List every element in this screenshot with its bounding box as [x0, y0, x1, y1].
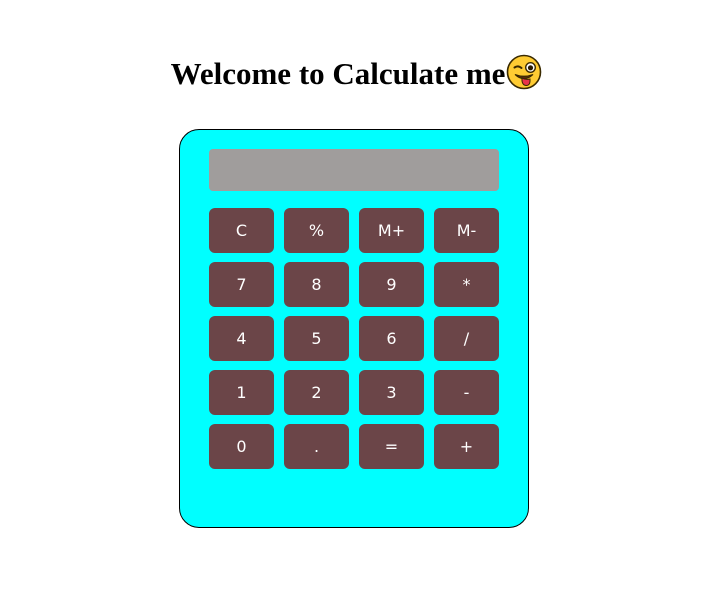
- digit-5-button[interactable]: 5: [284, 316, 349, 361]
- digit-3-button[interactable]: 3: [359, 370, 424, 415]
- page: Welcome to Calculate me C% M+ M- 7 8 9 * 4 5 6/ 1 2…: [0, 0, 713, 598]
- digit-2-button[interactable]: 2: [284, 370, 349, 415]
- digit-0-button[interactable]: 0: [209, 424, 274, 469]
- digit-1-button[interactable]: 1: [209, 370, 274, 415]
- digit-6-button[interactable]: 6: [359, 316, 424, 361]
- divide-button[interactable]: /: [434, 316, 499, 361]
- winking-face-with-tongue-icon: [506, 54, 542, 90]
- decimal-point-button[interactable]: .: [284, 424, 349, 469]
- digit-4-button[interactable]: 4: [209, 316, 274, 361]
- calculator-display[interactable]: [209, 149, 499, 191]
- multiply-button[interactable]: *: [434, 262, 499, 307]
- page-title-text: Welcome to Calculate me: [170, 55, 506, 91]
- subtract-button[interactable]: -: [434, 370, 499, 415]
- clear-button[interactable]: C: [209, 208, 274, 253]
- memory-subtract-button[interactable]: M-: [434, 208, 499, 253]
- add-button[interactable]: +: [434, 424, 499, 469]
- equals-button[interactable]: =: [359, 424, 424, 469]
- page-title: Welcome to Calculate me: [0, 52, 713, 93]
- digit-7-button[interactable]: 7: [209, 262, 274, 307]
- digit-8-button[interactable]: 8: [284, 262, 349, 307]
- memory-add-button[interactable]: M+: [359, 208, 424, 253]
- percent-button[interactable]: %: [284, 208, 349, 253]
- calculator: C% M+ M- 7 8 9 * 4 5 6/ 1 2 3- 0. = +: [179, 129, 529, 528]
- calculator-keypad: C% M+ M- 7 8 9 * 4 5 6/ 1 2 3- 0. = +: [209, 208, 499, 469]
- digit-9-button[interactable]: 9: [359, 262, 424, 307]
